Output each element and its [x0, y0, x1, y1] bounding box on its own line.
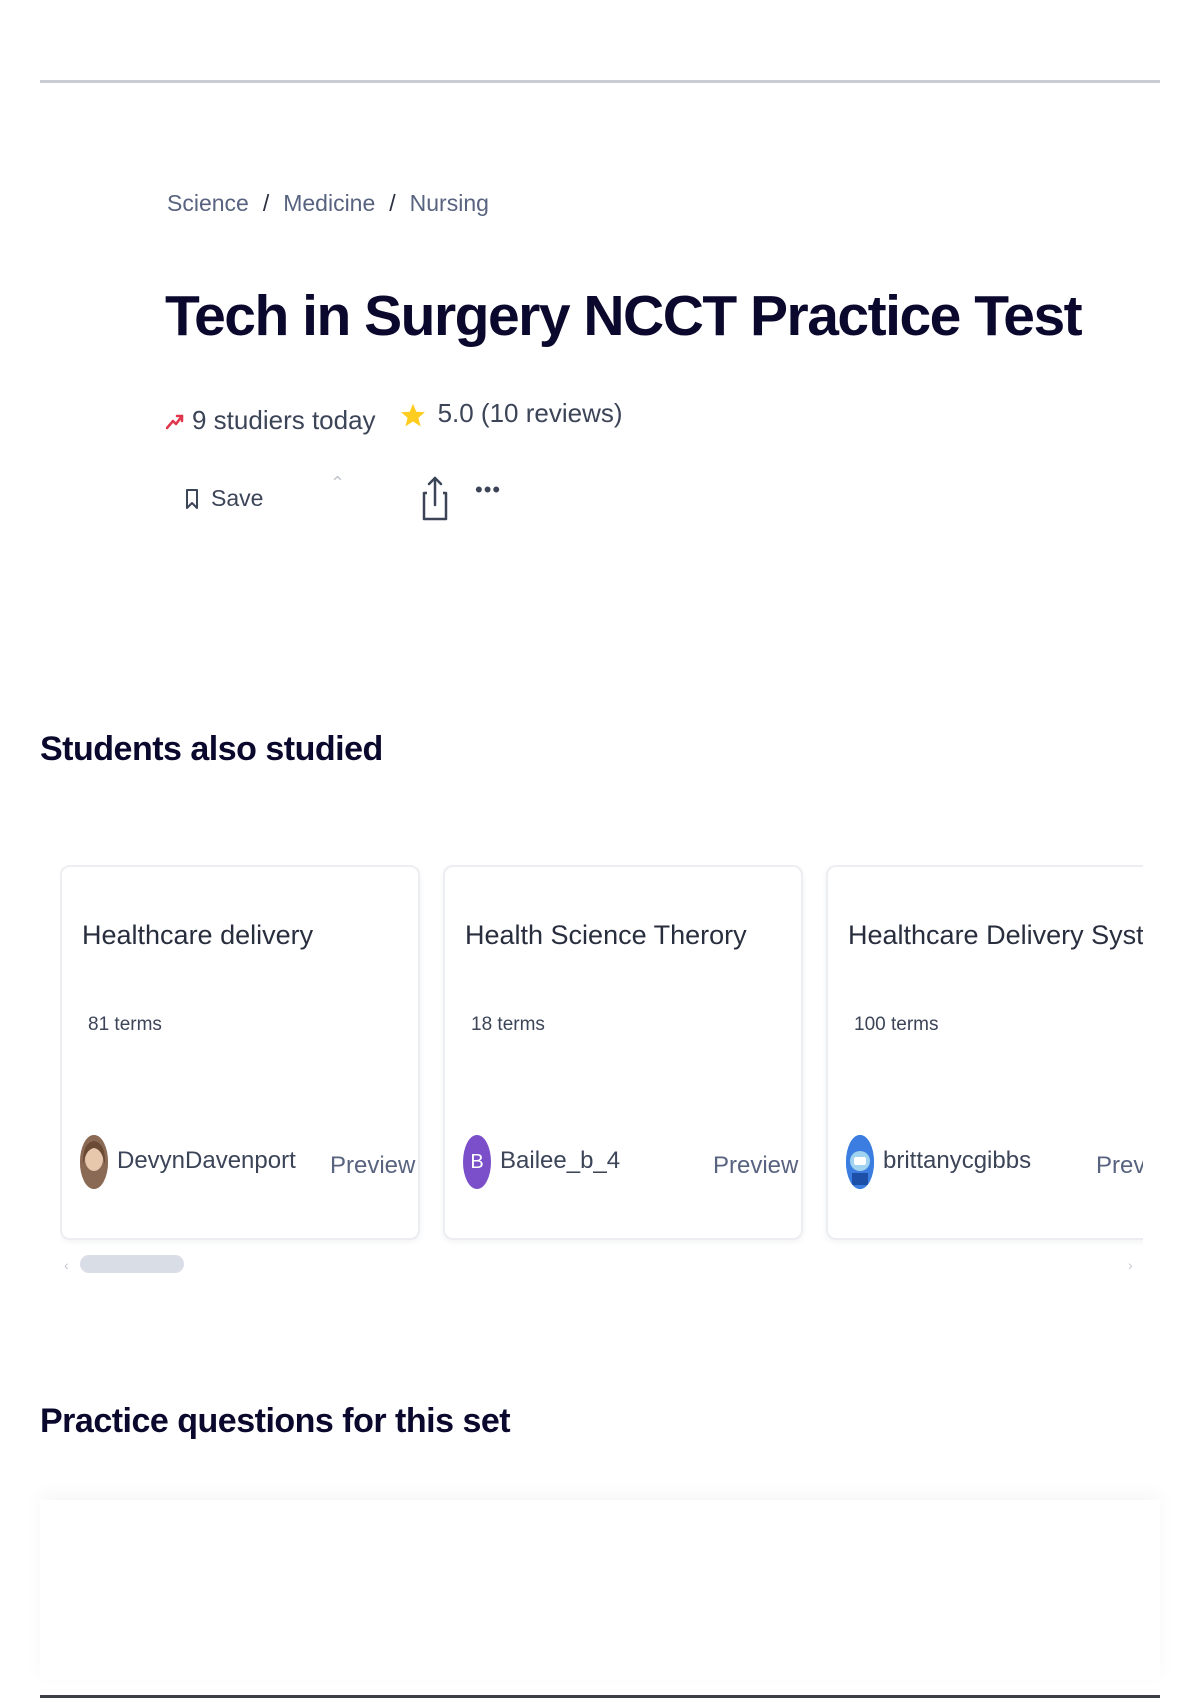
save-button[interactable]: Save — [185, 485, 263, 512]
studiers-count: 9 studiers today — [192, 405, 376, 435]
card-term-count: 81 terms — [88, 1014, 162, 1035]
user-photo-icon — [846, 1135, 874, 1189]
card-term-count: 100 terms — [854, 1014, 939, 1035]
preview-button[interactable]: Preview — [1096, 1152, 1143, 1180]
breadcrumb: Science / Medicine / Nursing — [167, 190, 489, 217]
breadcrumb-separator: / — [262, 190, 270, 216]
card-author[interactable]: brittanycgibbs — [883, 1147, 1031, 1175]
caret-up-icon[interactable]: ⌃ — [330, 473, 345, 494]
card-title: Healthcare Delivery Systems — [848, 920, 1143, 950]
avatar-initial: B — [470, 1150, 484, 1173]
more-options-icon[interactable]: ••• — [475, 477, 501, 503]
share-icon — [422, 476, 448, 521]
action-bar: Save ⌃ ••• — [185, 473, 500, 521]
page-title: Tech in Surgery NCCT Practice Test — [165, 284, 1083, 348]
share-button[interactable] — [422, 475, 448, 526]
save-label: Save — [211, 485, 264, 511]
preview-button[interactable]: Preview — [713, 1152, 798, 1180]
preview-button[interactable]: Preview — [330, 1152, 415, 1180]
top-divider — [40, 80, 1160, 83]
scroll-right-arrow[interactable]: › — [1128, 1257, 1133, 1273]
avatar — [846, 1135, 874, 1189]
star-icon — [400, 403, 425, 426]
bookmark-icon — [186, 488, 198, 509]
breadcrumb-separator: / — [389, 190, 396, 216]
trending-icon — [166, 414, 184, 429]
bottom-divider — [40, 1695, 1160, 1698]
card-author[interactable]: Bailee_b_4 — [500, 1147, 620, 1175]
breadcrumb-science[interactable]: Science — [167, 190, 249, 217]
card-title: Healthcare delivery — [82, 920, 314, 950]
related-sets-carousel: Healthcare delivery 81 terms DevynDavenp… — [60, 865, 1143, 1255]
carousel-scrollbar-thumb[interactable] — [80, 1255, 184, 1273]
set-stats: 9 studiers today 5.0 (10 reviews) — [166, 398, 623, 436]
card-author[interactable]: DevynDavenport — [117, 1147, 296, 1175]
avatar: B — [463, 1135, 491, 1189]
breadcrumb-nursing[interactable]: Nursing — [410, 190, 489, 217]
related-set-card[interactable]: Healthcare Delivery Systems 100 terms br… — [826, 865, 1143, 1240]
card-term-count: 18 terms — [471, 1014, 545, 1035]
related-set-card[interactable]: Healthcare delivery 81 terms DevynDavenp… — [60, 865, 420, 1240]
breadcrumb-medicine[interactable]: Medicine — [283, 190, 375, 217]
card-title: Health Science Therory — [465, 920, 747, 950]
practice-questions-panel — [40, 1500, 1160, 1680]
user-photo-icon — [80, 1135, 108, 1189]
practice-questions-heading: Practice questions for this set — [40, 1402, 511, 1440]
avatar — [80, 1135, 108, 1189]
rating-value[interactable]: 5.0 (10 reviews) — [438, 398, 623, 429]
scroll-left-arrow[interactable]: ‹ — [64, 1257, 69, 1273]
related-set-card[interactable]: Health Science Therory 18 terms B Bailee… — [443, 865, 803, 1240]
students-also-studied-heading: Students also studied — [40, 730, 383, 768]
